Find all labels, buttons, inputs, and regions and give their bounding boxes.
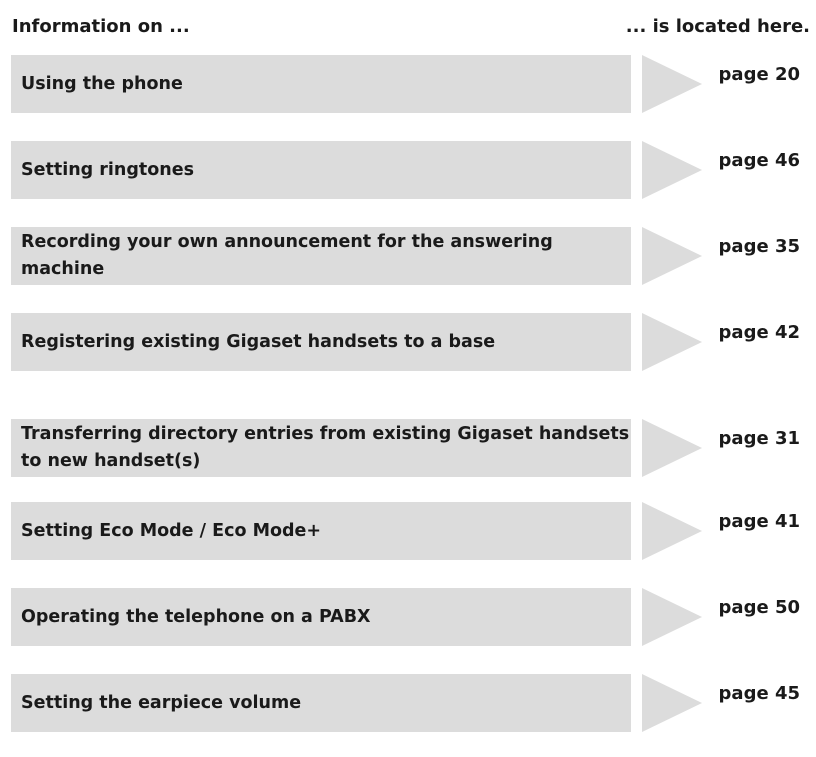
arrow-right-icon bbox=[642, 502, 702, 560]
topic-label: Operating the telephone on a PABX bbox=[21, 606, 371, 627]
topic-label: Using the phone bbox=[21, 73, 183, 94]
topic-box: Transferring directory entries from exis… bbox=[11, 419, 631, 477]
topic-label: Recording your own announcement for the … bbox=[21, 232, 553, 279]
topic-box: Recording your own announcement for the … bbox=[11, 227, 631, 285]
list-item: Setting the earpiece volume page 45 bbox=[11, 674, 816, 732]
arrow-right-icon bbox=[642, 588, 702, 646]
topic-box: Operating the telephone on a PABX bbox=[11, 588, 631, 646]
arrow-right-icon bbox=[642, 674, 702, 732]
topic-label: Setting the earpiece volume bbox=[21, 692, 302, 713]
list-item: Operating the telephone on a PABX page 5… bbox=[11, 588, 816, 646]
topic-box: Registering existing Gigaset handsets to… bbox=[11, 313, 631, 371]
arrow-right-icon bbox=[642, 419, 702, 477]
topic-label: Setting Eco Mode / Eco Mode+ bbox=[21, 520, 322, 541]
arrow-right-icon bbox=[642, 55, 702, 113]
topic-box: Setting Eco Mode / Eco Mode+ bbox=[11, 502, 631, 560]
list-item: Setting Eco Mode / Eco Mode+ page 41 bbox=[11, 502, 816, 560]
header-located-here: ... is located here. bbox=[625, 15, 810, 37]
topic-label: Registering existing Gigaset handsets to… bbox=[21, 331, 496, 352]
table-header: Information on ... ... is located here. bbox=[12, 14, 810, 38]
list-item: Recording your own announcement for the … bbox=[11, 227, 816, 285]
list-item: Transferring directory entries from exis… bbox=[11, 419, 816, 477]
arrow-right-icon bbox=[642, 313, 702, 371]
page-reference: page 35 bbox=[718, 236, 800, 257]
topic-label: Setting ringtones bbox=[21, 159, 195, 180]
topic-box: Using the phone bbox=[11, 55, 631, 113]
page-reference: page 50 bbox=[718, 597, 800, 618]
page-reference: page 45 bbox=[718, 683, 800, 704]
arrow-right-icon bbox=[642, 227, 702, 285]
topic-box: Setting the earpiece volume bbox=[11, 674, 631, 732]
header-information-on: Information on ... bbox=[12, 15, 190, 37]
topic-box: Setting ringtones bbox=[11, 141, 631, 199]
page-reference: page 46 bbox=[718, 150, 800, 171]
list-item: Setting ringtones page 46 bbox=[11, 141, 816, 199]
page-reference: page 41 bbox=[718, 511, 800, 532]
page-reference: page 20 bbox=[718, 64, 800, 85]
topic-label: Transferring directory entries from exis… bbox=[21, 424, 630, 471]
list-item: Registering existing Gigaset handsets to… bbox=[11, 313, 816, 371]
list-item: Using the phone page 20 bbox=[11, 55, 816, 113]
page-reference: page 31 bbox=[718, 428, 800, 449]
arrow-right-icon bbox=[642, 141, 702, 199]
page-reference: page 42 bbox=[718, 322, 800, 343]
